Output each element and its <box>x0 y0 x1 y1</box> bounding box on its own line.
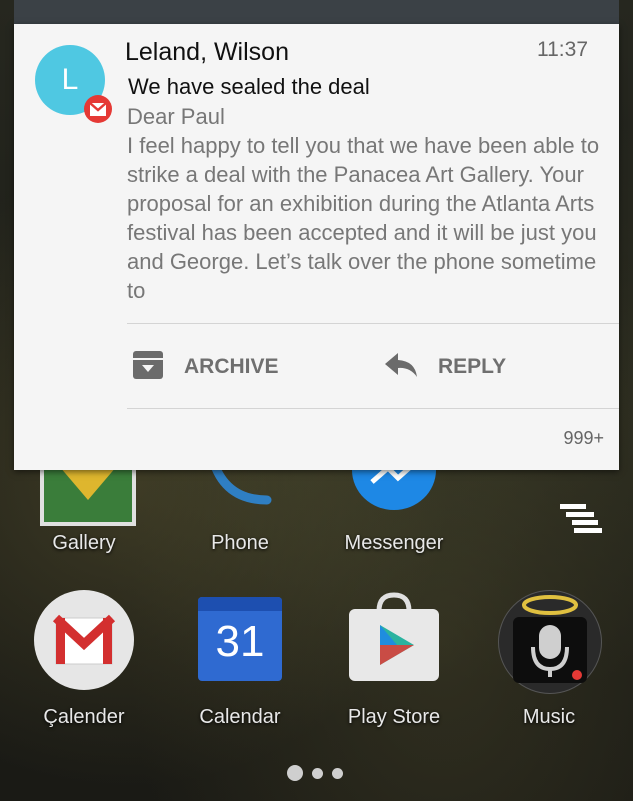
reply-icon <box>384 351 418 384</box>
microphone-icon <box>498 590 602 694</box>
app-label: Play Store <box>347 706 441 728</box>
email-greeting: Dear Paul <box>127 104 225 129</box>
app-label: Çalender <box>43 706 125 728</box>
app-play-store[interactable]: Play Store <box>324 585 464 735</box>
email-subject: We have sealed the deal <box>128 74 370 99</box>
divider <box>127 408 619 409</box>
play-store-icon <box>344 591 444 683</box>
page-dot-active <box>287 765 303 781</box>
app-label: Music <box>522 706 576 728</box>
app-label: Gallery <box>52 532 116 554</box>
calendar-icon: 31 <box>198 597 282 681</box>
app-music[interactable]: Music <box>479 585 619 735</box>
archive-icon <box>132 349 164 386</box>
app-label: Calendar <box>199 706 281 728</box>
email-preview: Dear Paul I feel happy to tell you that … <box>127 102 607 305</box>
gmail-icon <box>84 95 112 123</box>
avatar-letter: L <box>61 63 79 96</box>
app-label: Messenger <box>344 532 444 554</box>
app-calendar[interactable]: 31 Calendar <box>170 585 310 735</box>
email-body: I feel happy to tell you that we have be… <box>127 133 600 303</box>
archive-button[interactable]: ARCHIVE <box>132 345 279 389</box>
app-label: Phone <box>211 532 269 554</box>
calendar-date: 31 <box>215 617 265 666</box>
divider <box>127 323 619 324</box>
notification-time: 11:37 <box>537 38 588 61</box>
page-dot <box>332 767 343 779</box>
notification-shade-top <box>14 0 619 26</box>
sender-name: Leland, Wilson <box>125 38 289 66</box>
unread-count: 999+ <box>563 428 604 448</box>
archive-label: ARCHIVE <box>184 355 279 378</box>
reply-label: REPLY <box>438 355 507 378</box>
gmail-icon <box>34 590 134 690</box>
reply-button[interactable]: REPLY <box>384 345 506 389</box>
app-calender-gmail[interactable]: Çalender <box>14 585 154 735</box>
page-dot <box>312 767 323 779</box>
stacked-bars-icon[interactable] <box>560 504 604 536</box>
page-indicator <box>287 765 352 781</box>
